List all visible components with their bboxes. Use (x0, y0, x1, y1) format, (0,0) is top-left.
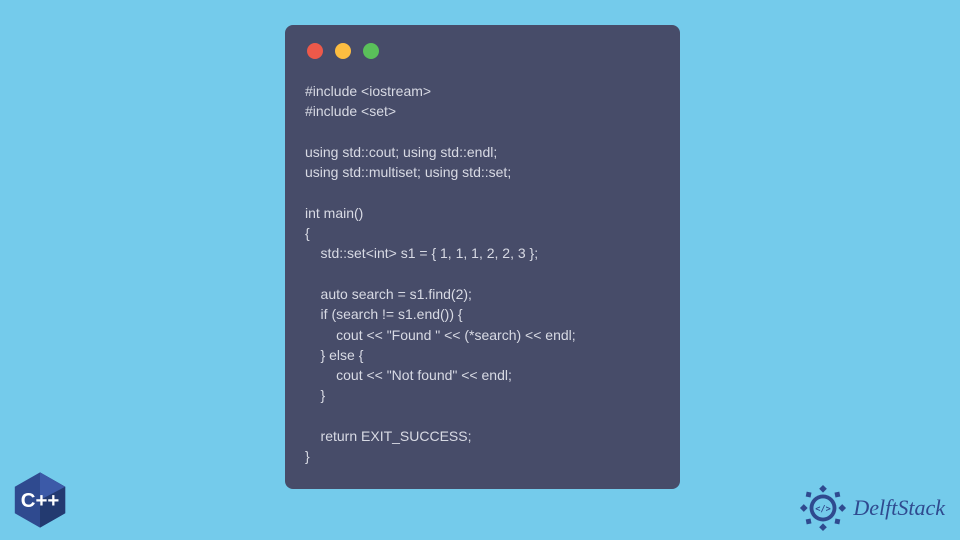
code-window: #include <iostream> #include <set> using… (285, 25, 680, 489)
brand-name: DelftStack (853, 495, 945, 521)
maximize-icon[interactable] (363, 43, 379, 59)
code-block: #include <iostream> #include <set> using… (305, 81, 660, 467)
minimize-icon[interactable] (335, 43, 351, 59)
gear-icon: </> (799, 484, 847, 532)
window-traffic-lights (305, 43, 660, 59)
svg-text:</>: </> (816, 504, 832, 514)
cpp-label: C++ (21, 490, 60, 512)
close-icon[interactable] (307, 43, 323, 59)
cpp-logo-icon: C++ (10, 470, 70, 530)
delftstack-logo: </> DelftStack (799, 484, 945, 532)
